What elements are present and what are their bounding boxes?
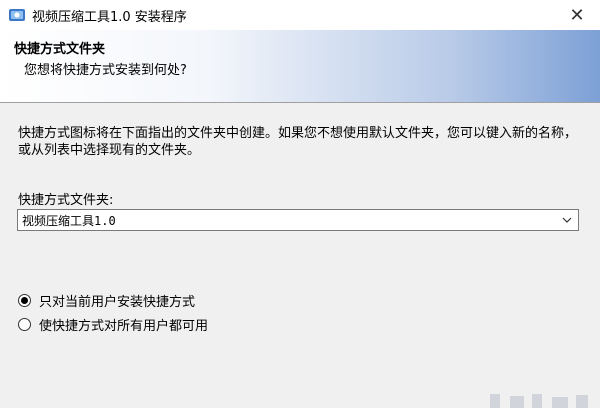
content-area: 快捷方式图标将在下面指出的文件夹中创建。如果您不想使用默认文件夹，您可以键入新的… <box>0 103 600 408</box>
window-title: 视频压缩工具1.0 安装程序 <box>32 9 187 25</box>
radio-current-user[interactable]: 只对当前用户安装快捷方式 <box>18 291 195 310</box>
close-icon: ✕ <box>569 4 585 26</box>
watermark-logo <box>490 394 588 408</box>
folder-value[interactable]: 视频压缩工具1.0 <box>18 212 558 229</box>
folder-combobox[interactable]: 视频压缩工具1.0 <box>17 209 579 231</box>
radio-label-all-users: 使快捷方式对所有用户都可用 <box>39 319 209 334</box>
radio-selected-dot <box>21 297 28 304</box>
title-bar: 视频压缩工具1.0 安装程序 ✕ <box>0 0 600 30</box>
page-title: 快捷方式文件夹 <box>14 42 106 57</box>
folder-label: 快捷方式文件夹: <box>18 193 114 208</box>
description-text: 快捷方式图标将在下面指出的文件夹中创建。如果您不想使用默认文件夹，您可以键入新的… <box>18 126 578 158</box>
page-subtitle: 您想将快捷方式安装到何处? <box>24 63 187 78</box>
installer-window: 视频压缩工具1.0 安装程序 ✕ 快捷方式文件夹 您想将快捷方式安装到何处? 快… <box>0 0 600 408</box>
header-banner: 快捷方式文件夹 您想将快捷方式安装到何处? <box>0 30 600 103</box>
chevron-down-icon[interactable] <box>558 210 576 230</box>
radio-label-current-user: 只对当前用户安装快捷方式 <box>39 295 196 310</box>
radio-button-all-users[interactable] <box>18 318 31 331</box>
radio-all-users[interactable]: 使快捷方式对所有用户都可用 <box>18 315 208 334</box>
installer-app-icon <box>9 9 25 21</box>
radio-button-current-user[interactable] <box>18 294 31 307</box>
close-button[interactable]: ✕ <box>554 0 600 30</box>
